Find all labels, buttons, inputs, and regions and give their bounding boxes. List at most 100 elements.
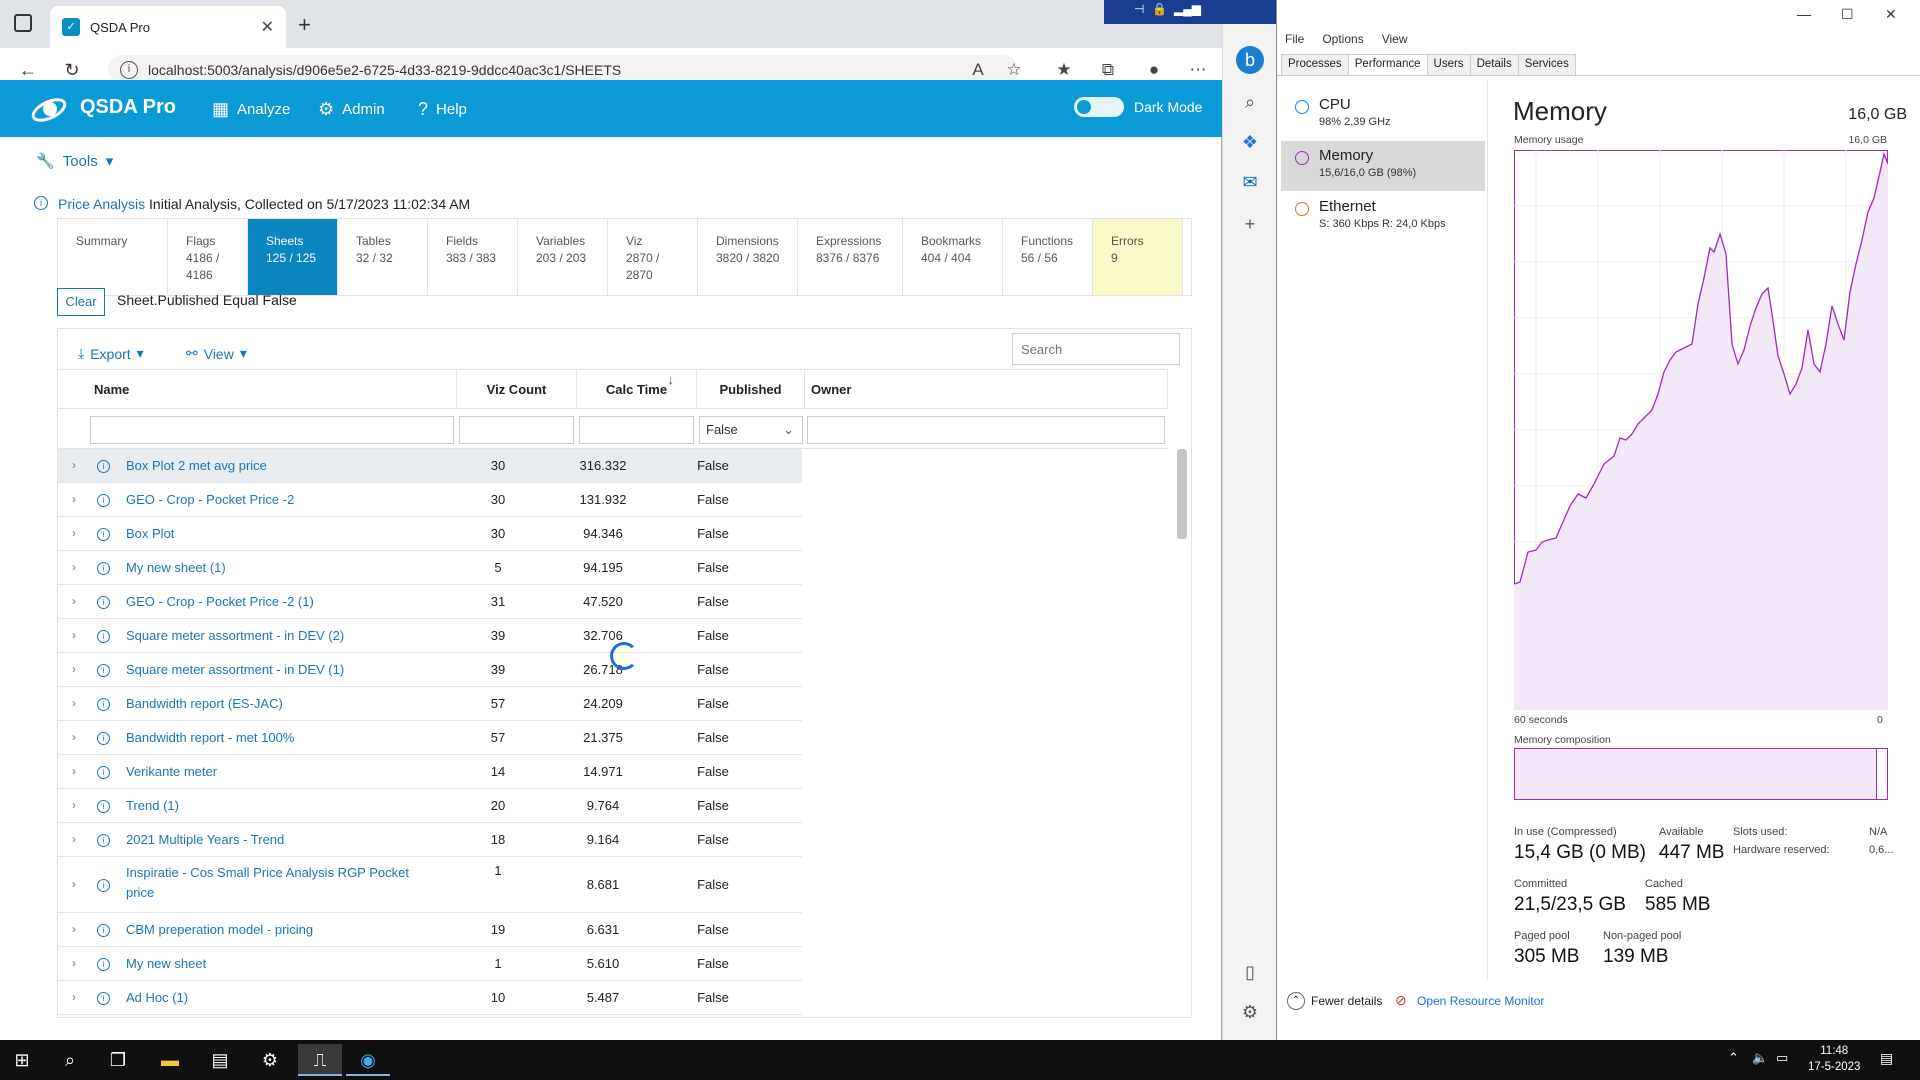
resource-memory[interactable]: Memory 15,6/16,0 GB (98%): [1281, 141, 1485, 191]
sheet-name-link[interactable]: My new sheet (1): [126, 558, 416, 578]
col-published[interactable]: Published: [697, 370, 805, 410]
sheet-name-link[interactable]: Square meter assortment - in DEV (2): [126, 626, 416, 646]
col-owner[interactable]: Owner: [805, 370, 1168, 410]
search-input[interactable]: [1012, 333, 1180, 365]
lock-icon[interactable]: 🔒: [1152, 2, 1167, 16]
task-view-icon[interactable]: ❐: [96, 1044, 140, 1076]
table-row[interactable]: › i Verikante meter 14 14.971 False: [58, 755, 802, 789]
stat-tab-sheets[interactable]: Sheets 125 / 125: [248, 219, 338, 295]
maximize-icon[interactable]: ☐: [1841, 6, 1854, 23]
info-icon[interactable]: i: [97, 494, 110, 507]
info-icon[interactable]: i: [97, 562, 110, 575]
nav-analyze[interactable]: ▦ Analyze: [212, 99, 290, 120]
clear-filter-button[interactable]: Clear: [57, 288, 105, 316]
sheet-name-link[interactable]: GEO - Crop - Pocket Price -2: [126, 490, 416, 510]
more-icon[interactable]: ⋯: [1186, 58, 1210, 82]
sheet-name-link[interactable]: CBM preperation model - pricing: [126, 920, 416, 940]
info-icon[interactable]: i: [97, 732, 110, 745]
table-row[interactable]: › i Trend (1) 20 9.764 False: [58, 789, 802, 823]
tab-users[interactable]: Users: [1426, 54, 1471, 75]
table-row[interactable]: › i Box Plot 30 94.346 False: [58, 517, 802, 551]
pin-icon[interactable]: ⊣: [1134, 2, 1144, 16]
sheet-name-link[interactable]: Bandwidth report (ES-JAC): [126, 694, 416, 714]
info-icon[interactable]: i: [97, 460, 110, 473]
chevron-right-icon[interactable]: ›: [72, 594, 76, 608]
info-icon[interactable]: i: [97, 596, 110, 609]
vertical-scrollbar[interactable]: [1177, 449, 1187, 539]
fewer-details-button[interactable]: Fewer details: [1311, 994, 1382, 1008]
network-icon[interactable]: ▭: [1776, 1050, 1788, 1066]
info-icon[interactable]: i: [97, 800, 110, 813]
settings-icon[interactable]: ⚙: [1236, 998, 1264, 1026]
info-icon[interactable]: i: [97, 924, 110, 937]
chevron-up-icon[interactable]: ⌃: [1287, 992, 1305, 1010]
viz-count-filter-input[interactable]: [459, 416, 574, 444]
tab-actions-icon[interactable]: [14, 14, 32, 32]
chevron-up-icon[interactable]: ⌃: [1728, 1050, 1739, 1066]
table-row[interactable]: › i Box Plot 2 met avg price 30 316.332 False: [58, 449, 802, 483]
chevron-right-icon[interactable]: ›: [72, 730, 76, 744]
table-row[interactable]: › i My new sheet (1) 5 94.195 False: [58, 551, 802, 585]
close-tab-icon[interactable]: ✕: [261, 17, 274, 37]
menu-options[interactable]: Options: [1322, 32, 1363, 46]
sheet-name-link[interactable]: Verikante meter: [126, 762, 416, 782]
new-tab-icon[interactable]: +: [298, 12, 311, 38]
favorite-add-icon[interactable]: ☆: [1002, 58, 1026, 82]
outlook-icon[interactable]: ✉: [1236, 168, 1264, 196]
table-row[interactable]: › i Bandwidth report (ES-JAC) 57 24.209 False: [58, 687, 802, 721]
col-calc-time[interactable]: Calc Time ↓: [577, 370, 697, 410]
stat-tab-expressions[interactable]: Expressions 8376 / 8376: [798, 219, 903, 295]
table-row[interactable]: › i Ad Hoc (1) 10 5.487 False: [58, 981, 802, 1015]
table-row[interactable]: › i CBM preperation model - pricing 19 6.631…: [58, 913, 802, 947]
stat-tab-dimensions[interactable]: Dimensions 3820 / 3820: [698, 219, 798, 295]
tab-processes[interactable]: Processes: [1281, 54, 1349, 75]
info-icon[interactable]: i: [97, 766, 110, 779]
tab-services[interactable]: Services: [1517, 54, 1576, 75]
favorites-icon[interactable]: ★: [1052, 58, 1076, 82]
sheet-name-link[interactable]: Box Plot: [126, 524, 416, 544]
settings-app-icon[interactable]: ⚙: [248, 1044, 292, 1076]
table-row[interactable]: › i Square meter assortment - in DEV (1) 39…: [58, 653, 802, 687]
table-row[interactable]: › i Bandwidth report - met 100% 57 21.375 Fal…: [58, 721, 802, 755]
table-row[interactable]: › i Inspiratie - Cos Small Price Analysis …: [58, 857, 802, 913]
info-icon[interactable]: i: [97, 958, 110, 971]
sheet-name-link[interactable]: Ad Hoc (1): [126, 988, 416, 1008]
start-icon[interactable]: ⊞: [0, 1044, 44, 1076]
site-info-icon[interactable]: i: [120, 61, 138, 79]
sheet-name-link[interactable]: Box Plot 2 met avg price: [126, 456, 416, 476]
sheet-name-link[interactable]: 2021 Multiple Years - Trend: [126, 830, 416, 850]
nav-help[interactable]: ? Help: [418, 99, 467, 120]
tools-menu[interactable]: 🔧 Tools ▾: [36, 152, 113, 171]
close-icon[interactable]: ✕: [1885, 6, 1897, 23]
stat-tab-flags[interactable]: Flags 4186 / 4186: [168, 219, 248, 295]
table-row[interactable]: › i Square meter assortment - in DEV (2) 39…: [58, 619, 802, 653]
browser-tab[interactable]: ✓ QSDA Pro ✕: [50, 6, 286, 48]
sheet-name-link[interactable]: Trend (1): [126, 796, 416, 816]
chevron-right-icon[interactable]: ›: [72, 956, 76, 970]
chevron-right-icon[interactable]: ›: [72, 560, 76, 574]
task-manager-app-icon[interactable]: ⎍: [298, 1044, 342, 1076]
info-icon[interactable]: i: [97, 698, 110, 711]
menu-view[interactable]: View: [1382, 32, 1408, 46]
tab-details[interactable]: Details: [1469, 54, 1519, 75]
notification-icon[interactable]: ▤: [1880, 1050, 1893, 1067]
stat-tab-summary[interactable]: Summary: [58, 219, 168, 295]
file-explorer-icon[interactable]: ▬: [148, 1044, 192, 1076]
app-name-link[interactable]: Price Analysis: [58, 196, 145, 212]
col-name[interactable]: Name: [58, 370, 457, 410]
sheet-name-link[interactable]: Inspiratie - Cos Small Price Analysis RG…: [126, 863, 416, 903]
chevron-right-icon[interactable]: ›: [72, 922, 76, 936]
chevron-right-icon[interactable]: ›: [72, 764, 76, 778]
calc-time-filter-input[interactable]: [579, 416, 694, 444]
menu-file[interactable]: File: [1285, 32, 1304, 46]
search-icon[interactable]: ⌕: [1236, 88, 1264, 116]
search-icon[interactable]: ⌕: [48, 1044, 92, 1076]
nav-admin[interactable]: ⚙ Admin: [318, 99, 385, 120]
chevron-right-icon[interactable]: ›: [72, 798, 76, 812]
dark-mode-toggle[interactable]: [1074, 97, 1124, 117]
chevron-right-icon[interactable]: ›: [72, 990, 76, 1004]
stat-tab-functions[interactable]: Functions 56 / 56: [1003, 219, 1093, 295]
info-icon[interactable]: i: [97, 664, 110, 677]
table-row[interactable]: › i GEO - Crop - Pocket Price -2 (1) 31 47.5…: [58, 585, 802, 619]
chevron-right-icon[interactable]: ›: [72, 458, 76, 472]
